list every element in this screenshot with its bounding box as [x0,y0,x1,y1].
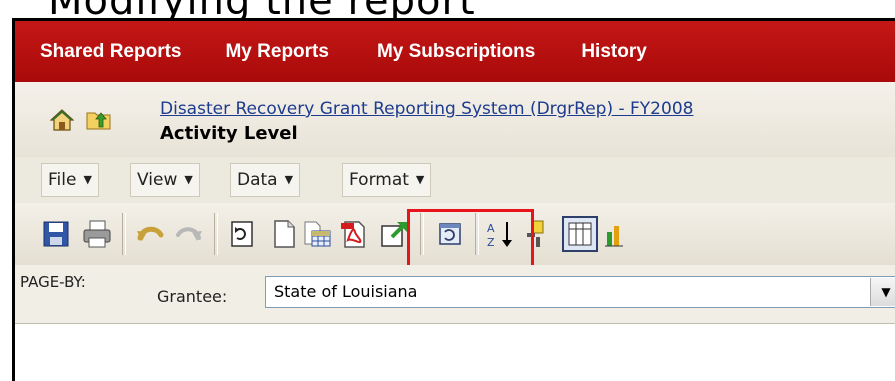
chevron-down-icon: ▼ [415,173,425,186]
chevron-down-icon: ▼ [83,173,92,186]
menu-data-label: Data [237,170,278,190]
chevron-down-icon: ▼ [184,173,193,186]
svg-text:Z: Z [487,236,495,249]
svg-text:A: A [487,222,495,235]
menu-bar: File ▼ View ▼ Data ▼ Format ▼ [15,157,895,204]
page-icon[interactable] [268,218,300,250]
toolbar-separator [214,213,218,255]
export-icon[interactable] [379,218,411,250]
pivot-icon[interactable] [523,218,555,250]
page-by-label: PAGE-BY: [20,273,86,291]
graph-view-icon[interactable] [603,218,635,250]
top-navigation: Shared Reports My Reports My Subscriptio… [15,21,895,82]
undo-icon[interactable] [134,218,166,250]
toolbar-separator [475,213,479,255]
toolbar: AZ [15,203,895,277]
report-title: Activity Level [160,123,298,144]
menu-format[interactable]: Format ▼ [342,163,432,197]
nav-my-subscriptions[interactable]: My Subscriptions [377,41,535,63]
page-by-bar: PAGE-BY: Grantee: State of Louisiana ▼ [15,265,895,324]
menu-format-label: Format [349,170,409,190]
chevron-down-icon: ▼ [284,173,294,186]
breadcrumb: Disaster Recovery Grant Reporting System… [15,82,895,158]
toolbar-separator [420,213,424,255]
breadcrumb-link[interactable]: Disaster Recovery Grant Reporting System… [160,99,693,119]
grantee-label: Grantee: [157,287,228,306]
redo-icon[interactable] [173,218,205,250]
nav-my-reports[interactable]: My Reports [225,41,328,63]
export-excel-icon[interactable] [301,218,333,250]
folder-up-icon[interactable] [86,107,112,131]
chevron-down-icon[interactable]: ▼ [870,278,895,306]
export-pdf-icon[interactable] [338,218,370,250]
menu-data[interactable]: Data ▼ [230,163,301,197]
menu-file[interactable]: File ▼ [41,163,99,197]
grid-view-icon[interactable] [562,216,598,252]
page-view-icon[interactable] [434,218,466,250]
grantee-select[interactable]: State of Louisiana ▼ [265,276,895,308]
app-window: Shared Reports My Reports My Subscriptio… [12,18,895,381]
grantee-selected-value: State of Louisiana [274,282,418,301]
print-icon[interactable] [81,218,113,250]
home-icon[interactable] [49,108,75,132]
menu-file-label: File [48,170,77,190]
nav-shared-reports[interactable]: Shared Reports [40,41,181,63]
nav-history[interactable]: History [581,41,646,63]
toolbar-separator [122,213,126,255]
refresh-icon[interactable] [226,218,258,250]
save-icon[interactable] [40,218,72,250]
menu-view[interactable]: View ▼ [130,163,200,197]
menu-view-label: View [137,170,178,190]
sort-icon[interactable]: AZ [485,218,517,250]
